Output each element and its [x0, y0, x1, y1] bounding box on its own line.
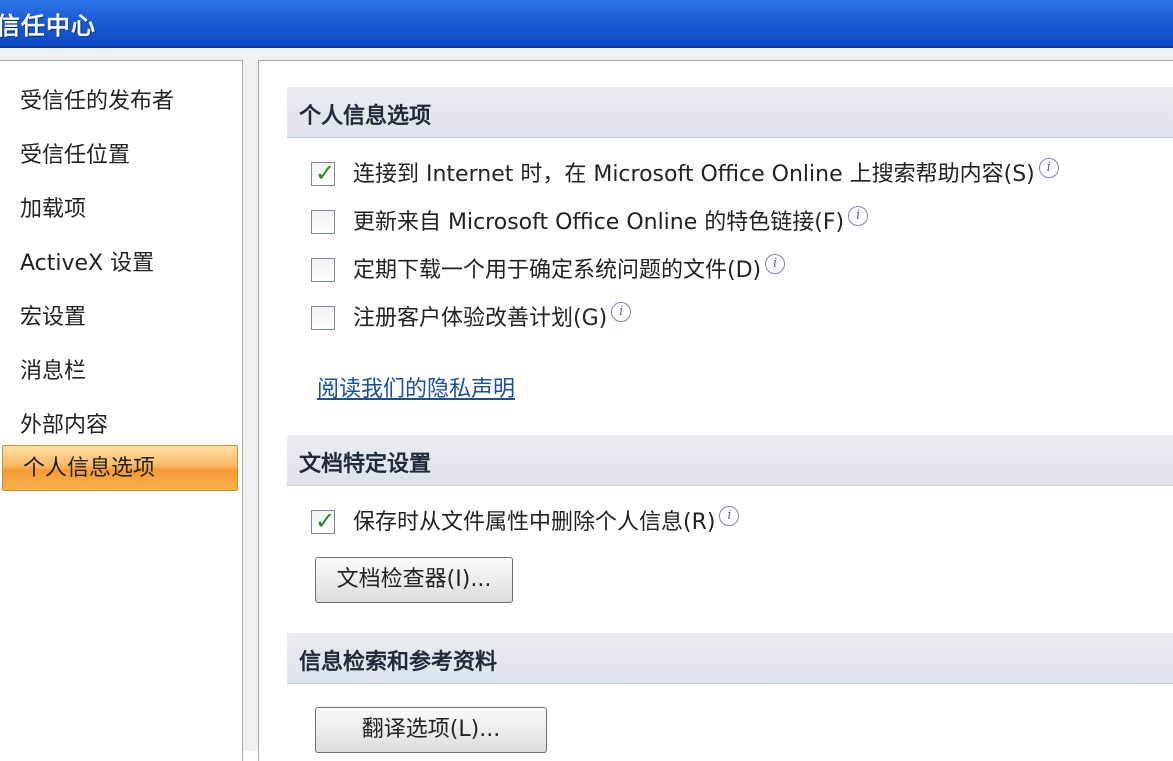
info-icon[interactable]: i	[611, 302, 632, 322]
dialog-body: 受信任的发布者 受信任位置 加载项 ActiveX 设置 宏设置 消息栏 外部内…	[0, 48, 1173, 761]
section-header-document: 文档特定设置	[287, 435, 1173, 486]
sidebar-item-add-ins[interactable]: 加载项	[0, 187, 236, 233]
checkbox-remove-personal-info[interactable]: ✓	[311, 507, 336, 535]
info-icon[interactable]: i	[765, 254, 786, 274]
section-title-privacy: 个人信息选项	[299, 104, 432, 129]
document-inspector-button[interactable]: 文档检查器(I)...	[315, 557, 513, 603]
checkmark-icon: ✓	[315, 507, 336, 535]
section-header-research: 信息检索和参考资料	[287, 633, 1173, 684]
option-label: 保存时从文件属性中删除个人信息(R)	[353, 510, 716, 535]
translation-options-button[interactable]: 翻译选项(L)...	[315, 707, 547, 753]
checkbox-search-online-help[interactable]: ✓	[311, 159, 336, 187]
checkbox-download-diagnostics[interactable]	[311, 258, 335, 282]
info-icon[interactable]: i	[1038, 158, 1059, 178]
option-label: 注册客户体验改善计划(G)	[353, 306, 608, 331]
sidebar-item-message-bar[interactable]: 消息栏	[0, 349, 236, 395]
checkbox-customer-experience[interactable]	[311, 306, 335, 330]
info-icon[interactable]: i	[719, 506, 740, 526]
sidebar-item-privacy-options[interactable]: 个人信息选项	[2, 445, 238, 491]
section-title-document: 文档特定设置	[299, 452, 432, 477]
checkbox-featured-links[interactable]	[311, 210, 335, 234]
sidebar-item-external-content[interactable]: 外部内容	[0, 403, 236, 449]
checkmark-icon: ✓	[315, 159, 336, 187]
option-label: 更新来自 Microsoft Office Online 的特色链接(F)	[353, 210, 845, 235]
sidebar-item-activex-settings[interactable]: ActiveX 设置	[0, 241, 236, 287]
privacy-statement-link[interactable]: 阅读我们的隐私声明	[317, 371, 515, 403]
main-panel: 个人信息选项 ✓ 连接到 Internet 时，在 Microsoft Offi…	[258, 60, 1173, 761]
option-label: 连接到 Internet 时，在 Microsoft Office Online…	[353, 162, 1035, 187]
info-icon[interactable]: i	[848, 206, 869, 226]
section-title-research: 信息检索和参考资料	[299, 650, 498, 675]
sidebar-item-trusted-locations[interactable]: 受信任位置	[0, 133, 236, 179]
sidebar-item-macro-settings[interactable]: 宏设置	[0, 295, 236, 341]
option-label: 定期下载一个用于确定系统问题的文件(D)	[353, 258, 762, 283]
sidebar-item-trusted-publishers[interactable]: 受信任的发布者	[0, 79, 236, 125]
window-title: 信任中心	[0, 12, 96, 40]
section-header-privacy: 个人信息选项	[287, 87, 1173, 138]
title-bar: 信任中心	[0, 0, 1173, 48]
sidebar: 受信任的发布者 受信任位置 加载项 ActiveX 设置 宏设置 消息栏 外部内…	[0, 60, 243, 761]
